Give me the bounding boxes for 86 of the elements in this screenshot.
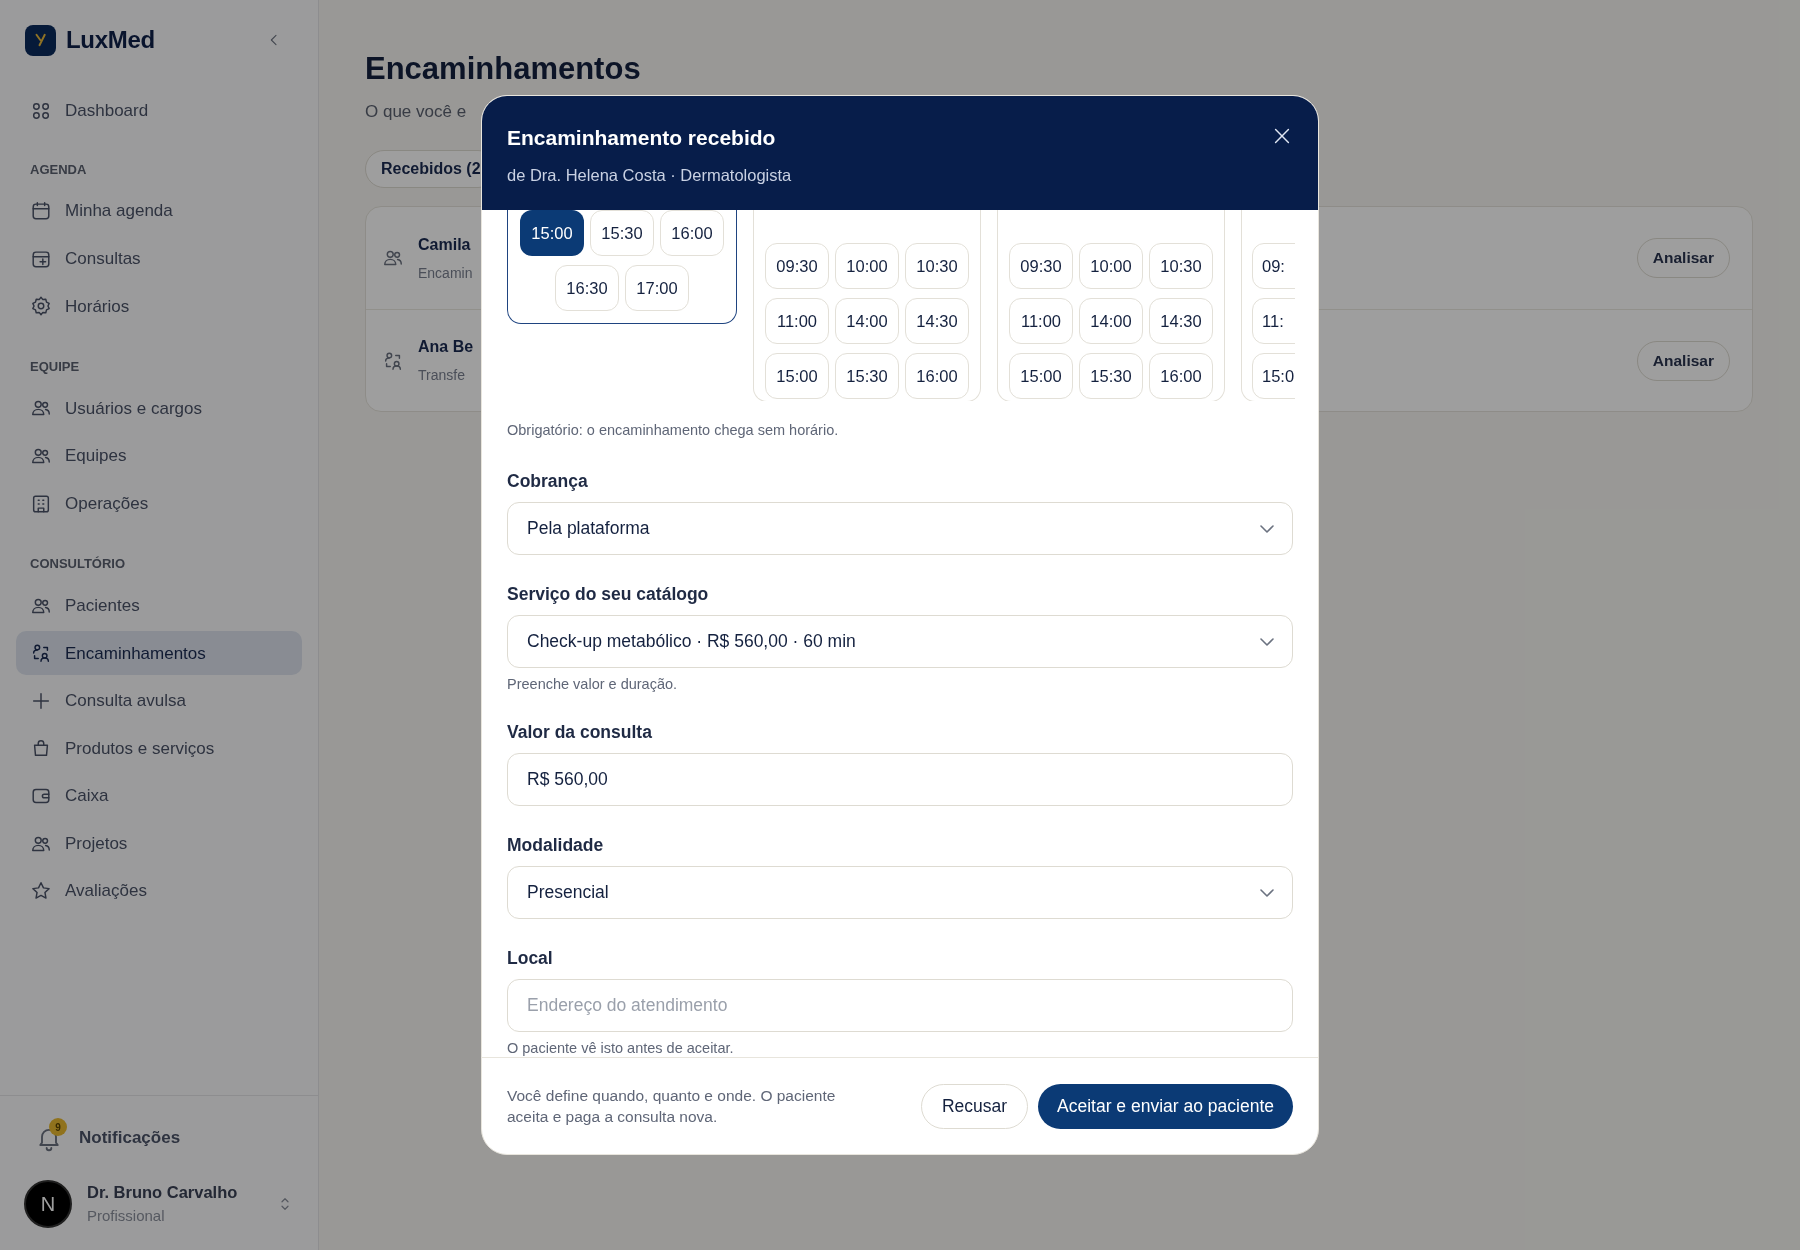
people-arrows-icon (382, 349, 404, 372)
time-slot[interactable]: 14:00 (1079, 298, 1143, 344)
nav-item[interactable]: Consulta avulsa (16, 678, 302, 723)
decline-button[interactable]: Recusar (920, 1083, 1029, 1129)
referral-detail: Transfe (418, 366, 466, 385)
avatar: N (24, 1180, 72, 1228)
calendar-icon (30, 200, 52, 223)
time-slot[interactable]: 16:00 (660, 210, 724, 256)
nav-item[interactable]: Usuários e cargos (16, 386, 302, 431)
select-field[interactable]: Check-up metabólico · R$ 560,00 · 60 min (507, 615, 1293, 668)
time-slot[interactable]: 10:00 (1079, 243, 1143, 289)
time-slot[interactable]: 14:00 (835, 298, 899, 344)
time-slot[interactable]: 11:00 (765, 298, 829, 344)
helper-text: Preenche valor e duração. (507, 676, 679, 693)
nav-item[interactable]: Horários (16, 284, 302, 329)
chevron-down-icon (1260, 637, 1274, 646)
nav-item[interactable]: Encaminhamentos (16, 631, 302, 676)
user-name: Dr. Bruno Carvalho (87, 1182, 238, 1204)
nav-item[interactable]: Equipes (16, 433, 302, 478)
section-label: CONSULTÓRIO (29, 555, 127, 574)
footer-note: Você define quando, quanto e onde. O paciente aceita e paga a consulta nova. (507, 1086, 837, 1127)
nav-item[interactable]: Consultas (16, 236, 302, 281)
time-slot[interactable]: 15:30 (835, 353, 899, 399)
field-label: Cobrança (507, 471, 589, 492)
building-icon (30, 492, 52, 515)
time-slot[interactable]: 14:30 (905, 298, 969, 344)
time-slot[interactable]: 09: (1252, 243, 1295, 289)
input-field[interactable]: Endereço do atendimento (507, 979, 1293, 1032)
brand-name: LuxMed (66, 25, 155, 55)
time-slot[interactable]: 16:30 (555, 265, 619, 311)
notifications-link[interactable]: 9 Notificações (24, 1116, 294, 1154)
field-label: Serviço do seu catálogo (507, 584, 710, 605)
nav-item[interactable]: Minha agenda (16, 189, 302, 234)
patient-name: Camila (418, 234, 472, 255)
field-label: Modalidade (507, 835, 605, 856)
time-slot[interactable]: 15:00 (1009, 353, 1073, 399)
nav-item[interactable]: Avaliações (16, 869, 302, 914)
notification-badge: 9 (49, 1118, 67, 1136)
field-label: Local (507, 948, 554, 969)
logo-icon (25, 24, 56, 56)
time-slot[interactable]: 15:30 (1079, 353, 1143, 399)
select-field[interactable]: Presencial (507, 866, 1293, 919)
time-slot[interactable]: 16:00 (1149, 353, 1213, 399)
accept-button[interactable]: Aceitar e enviar ao paciente (1038, 1083, 1293, 1129)
time-slot[interactable]: 16:00 (905, 353, 969, 399)
helper-text: Obrigatório: o encaminhamento chega sem horário. (507, 421, 840, 441)
time-slot[interactable]: 11: (1252, 298, 1295, 344)
people-arrows-icon (30, 642, 52, 665)
nav-item[interactable]: Projetos (16, 821, 302, 866)
time-slot[interactable]: 09:30 (1009, 243, 1073, 289)
referral-detail: Encamin (418, 263, 473, 283)
page-title: Encaminhamentos (365, 50, 642, 88)
nav-item[interactable]: Pacientes (16, 583, 302, 628)
gear-icon (30, 295, 52, 318)
notifications-label: Notificações (79, 1127, 181, 1150)
nav-item[interactable]: Operações (16, 481, 302, 526)
time-slot[interactable]: 15:00 (520, 210, 584, 256)
time-slot[interactable]: 10:30 (905, 243, 969, 289)
time-slot[interactable]: 11:00 (1009, 298, 1073, 344)
nav-item[interactable]: Produtos e serviços (16, 726, 302, 771)
time-slot[interactable]: 17:00 (625, 265, 689, 311)
section-label: EQUIPE (29, 357, 81, 376)
dialog-title: Encaminhamento recebido (507, 125, 777, 151)
time-slot[interactable]: 14:30 (1149, 298, 1213, 344)
chevron-down-icon (1260, 524, 1274, 533)
section-label: AGENDA (29, 160, 88, 179)
user-role: Profissional (87, 1206, 166, 1227)
nav-item[interactable]: Dashboard (16, 89, 302, 133)
page-subtitle: O que você e (365, 100, 468, 123)
patient-name: Ana Be (418, 337, 474, 357)
time-slot[interactable]: 15:00 (765, 353, 829, 399)
helper-text: O paciente vê isto antes de aceitar. (507, 1040, 735, 1057)
field-label: Valor da consulta (507, 722, 653, 743)
time-slot[interactable]: 10:00 (835, 243, 899, 289)
analyze-button[interactable]: Analisar (1636, 238, 1730, 278)
input-field[interactable]: R$ 560,00 (507, 753, 1293, 806)
time-slot[interactable]: 15:30 (590, 210, 654, 256)
grid-icon (30, 100, 52, 122)
time-slot[interactable]: 15:0 (1252, 353, 1295, 399)
chevron-down-icon (1260, 888, 1274, 897)
select-field[interactable]: Pela plataforma (507, 502, 1293, 555)
analyze-button[interactable]: Analisar (1636, 340, 1730, 381)
nav-item[interactable]: Caixa (16, 774, 302, 819)
dialog-subtitle: de Dra. Helena Costa · Dermatologista (507, 164, 792, 186)
time-slot[interactable]: 10:30 (1149, 243, 1213, 289)
time-slot[interactable]: 09:30 (765, 243, 829, 289)
